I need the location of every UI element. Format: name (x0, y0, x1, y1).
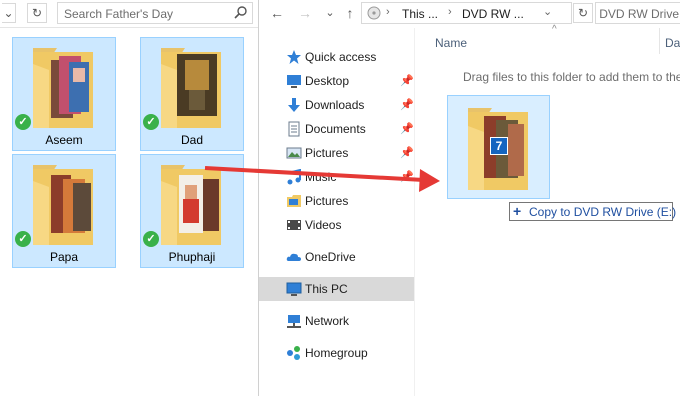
annotation-arrow (204, 166, 440, 192)
